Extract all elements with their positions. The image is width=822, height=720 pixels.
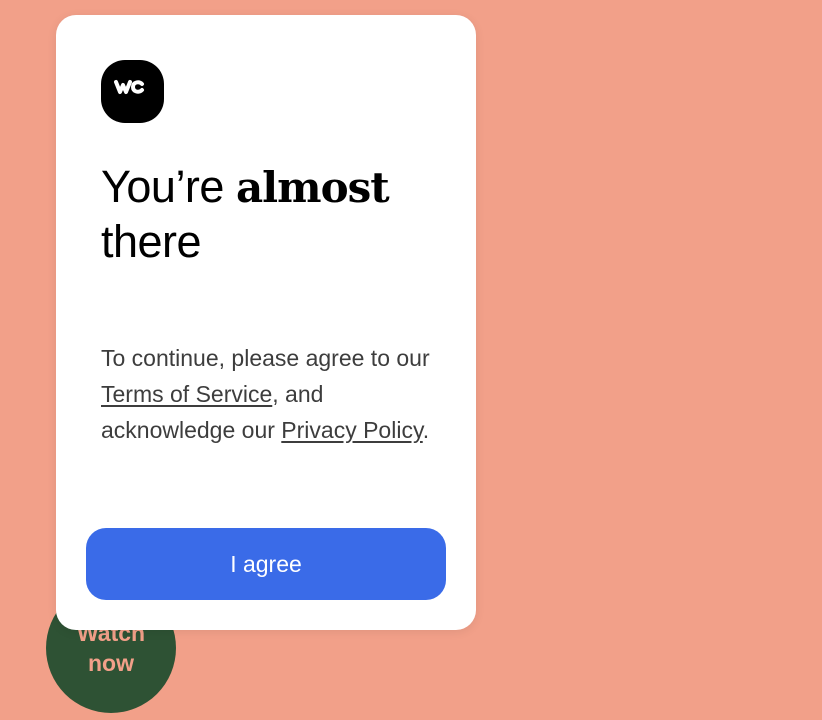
- consent-text-suffix: .: [422, 417, 430, 443]
- modal-heading: You’re almost there: [101, 160, 390, 269]
- consent-text: To continue, please agree to our Terms o…: [101, 340, 431, 448]
- consent-text-prefix: To continue, please agree to our: [101, 345, 430, 371]
- heading-rest: there: [101, 216, 202, 267]
- we-logo-icon: [101, 60, 164, 123]
- consent-modal: You’re almost there To continue, please a…: [56, 15, 476, 630]
- heading-bold: almost: [235, 163, 390, 212]
- heading-plain: You’re: [101, 161, 236, 212]
- agree-button[interactable]: I agree: [86, 528, 446, 600]
- terms-of-service-link[interactable]: Terms of Service: [101, 381, 272, 407]
- watch-now-line2: now: [88, 650, 134, 676]
- privacy-policy-link[interactable]: Privacy Policy: [281, 417, 422, 443]
